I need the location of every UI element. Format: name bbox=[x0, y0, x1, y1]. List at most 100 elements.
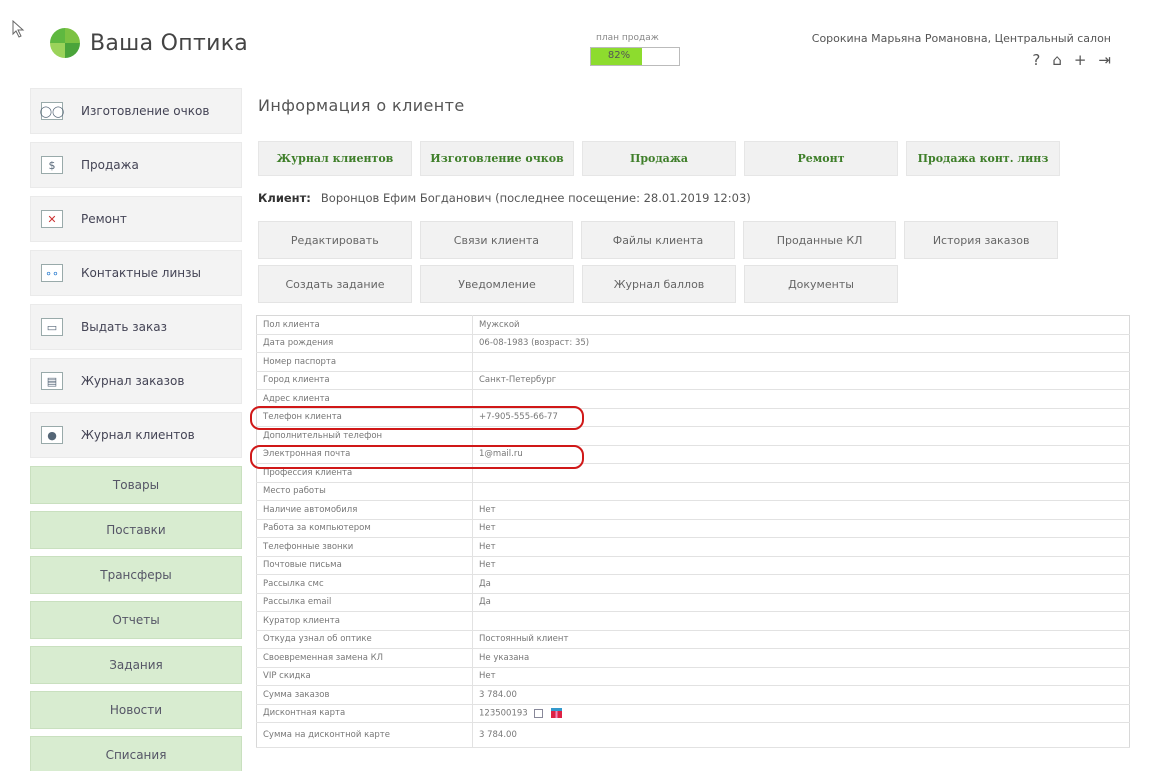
field-value-text: Мужской bbox=[479, 319, 520, 330]
client-links-button[interactable]: Связи клиента bbox=[419, 221, 574, 259]
sidebar-item-sale[interactable]: $ Продажа bbox=[30, 142, 242, 188]
table-row: Телефонные звонки Нет bbox=[256, 537, 1130, 557]
sidebar-item-tasks[interactable]: Задания bbox=[30, 646, 242, 684]
mouse-cursor-icon bbox=[12, 20, 25, 38]
card-icon[interactable] bbox=[533, 708, 543, 718]
lens-icon: ∘∘ bbox=[41, 264, 63, 282]
table-row: Почтовые письма Нет bbox=[256, 556, 1130, 575]
field-value: Да bbox=[472, 574, 1130, 594]
sidebar-item-reports[interactable]: Отчеты bbox=[30, 601, 242, 639]
field-value-text: Нет bbox=[479, 504, 496, 515]
sidebar-item-clients-log[interactable]: ● Журнал клиентов bbox=[30, 412, 242, 458]
field-value bbox=[472, 482, 1130, 501]
highlight-phone bbox=[250, 406, 584, 430]
order-history-button[interactable]: История заказов bbox=[904, 221, 1058, 259]
sidebar-item-label: Журнал заказов bbox=[81, 374, 185, 388]
field-value-text: 06-08-1983 (возраст: 35) bbox=[479, 338, 590, 349]
field-name: Сумма заказов bbox=[256, 685, 473, 705]
field-value: 123500193 bbox=[472, 704, 1130, 723]
sidebar-item-write-offs[interactable]: Списания bbox=[30, 736, 242, 771]
field-value-text: Нет bbox=[479, 523, 496, 534]
sales-plan-percent: 82% bbox=[607, 50, 631, 61]
field-value bbox=[472, 352, 1130, 372]
client-line: Клиент: Воронцов Ефим Богданович (последн… bbox=[258, 191, 751, 205]
field-value: Нет bbox=[472, 537, 1130, 557]
sidebar-item-glasses[interactable]: ◯◯ Изготовление очков bbox=[30, 88, 242, 134]
field-value: Постоянный клиент bbox=[472, 630, 1130, 649]
field-name: Номер паспорта bbox=[256, 352, 473, 372]
repair-icon: ✕ bbox=[41, 210, 63, 228]
logo-icon bbox=[50, 28, 80, 58]
field-value: Не указана bbox=[472, 648, 1130, 668]
create-task-button[interactable]: Создать задание bbox=[258, 265, 412, 303]
field-name: Телефонные звонки bbox=[256, 537, 473, 557]
sidebar-item-news[interactable]: Новости bbox=[30, 691, 242, 729]
logout-icon[interactable]: ⇥ bbox=[1098, 51, 1111, 69]
sidebar-item-transfers[interactable]: Трансферы bbox=[30, 556, 242, 594]
tab-glasses[interactable]: Изготовление очков bbox=[420, 141, 574, 176]
table-row: Рассылка смс Да bbox=[256, 574, 1130, 594]
order-out-icon: ▭ bbox=[41, 318, 63, 336]
sidebar-item-contact-lenses[interactable]: ∘∘ Контактные линзы bbox=[30, 250, 242, 296]
home-icon[interactable]: ⌂ bbox=[1052, 51, 1062, 69]
user-panel: Сорокина Марьяна Романовна, Центральный … bbox=[812, 32, 1111, 69]
tab-sale[interactable]: Продажа bbox=[582, 141, 736, 176]
sidebar-item-repair[interactable]: ✕ Ремонт bbox=[30, 196, 242, 242]
table-row: Дисконтная карта 123500193 bbox=[256, 704, 1130, 723]
table-row: VIP скидка Нет bbox=[256, 667, 1130, 686]
documents-button[interactable]: Документы bbox=[744, 265, 898, 303]
sidebar-item-goods[interactable]: Товары bbox=[30, 466, 242, 504]
app-logo[interactable]: Ваша Оптика bbox=[50, 28, 248, 58]
field-name: Работа за компьютером bbox=[256, 519, 473, 538]
table-row: Номер паспорта bbox=[256, 352, 1130, 372]
field-name: Рассылка email bbox=[256, 593, 473, 612]
client-label: Клиент: bbox=[258, 191, 311, 205]
orders-log-icon: ▤ bbox=[41, 372, 63, 390]
tab-contact-lens-sale[interactable]: Продажа конт. линз bbox=[906, 141, 1060, 176]
client-info-table: Пол клиента Мужской Дата рождения 06-08-198… bbox=[256, 315, 1130, 748]
sales-plan: план продаж 82% bbox=[590, 33, 680, 66]
sidebar-item-label: Контактные линзы bbox=[81, 266, 201, 280]
sales-plan-bar: 82% bbox=[590, 47, 680, 66]
tab-repair[interactable]: Ремонт bbox=[744, 141, 898, 176]
field-name: VIP скидка bbox=[256, 667, 473, 686]
field-value-text: Нет bbox=[479, 560, 496, 571]
table-row: Сумма заказов 3 784.00 bbox=[256, 685, 1130, 705]
field-value bbox=[472, 611, 1130, 631]
tab-clients-log[interactable]: Журнал клиентов bbox=[258, 141, 412, 176]
help-icon[interactable]: ? bbox=[1032, 51, 1040, 69]
sidebar-item-label: Продажа bbox=[81, 158, 139, 172]
field-value: Нет bbox=[472, 519, 1130, 538]
edit-button[interactable]: Редактировать bbox=[258, 221, 412, 259]
sidebar-item-label: Изготовление очков bbox=[81, 104, 210, 118]
field-value-text: Постоянный клиент bbox=[479, 634, 569, 645]
sale-icon: $ bbox=[41, 156, 63, 174]
field-name: Откуда узнал об оптике bbox=[256, 630, 473, 649]
gift-icon[interactable] bbox=[550, 708, 562, 718]
table-row: Наличие автомобиля Нет bbox=[256, 500, 1130, 520]
table-row: Рассылка email Да bbox=[256, 593, 1130, 612]
field-value-text: Не указана bbox=[479, 652, 530, 663]
sold-lenses-button[interactable]: Проданные КЛ bbox=[742, 221, 897, 259]
sidebar-item-label: Журнал клиентов bbox=[81, 428, 195, 442]
table-row: Пол клиента Мужской bbox=[256, 315, 1130, 335]
field-name: Пол клиента bbox=[256, 315, 473, 335]
table-row: Своевременная замена КЛ Не указана bbox=[256, 648, 1130, 668]
sidebar-item-orders-log[interactable]: ▤ Журнал заказов bbox=[30, 358, 242, 404]
client-name: Воронцов Ефим Богданович (последнее посе… bbox=[320, 191, 751, 205]
sidebar-item-issue-order[interactable]: ▭ Выдать заказ bbox=[30, 304, 242, 350]
app-title: Ваша Оптика bbox=[90, 30, 249, 56]
field-name: Место работы bbox=[256, 482, 473, 501]
field-name: Наличие автомобиля bbox=[256, 500, 473, 520]
sidebar-item-label: Выдать заказ bbox=[81, 320, 167, 334]
plus-icon[interactable]: + bbox=[1074, 51, 1087, 69]
sidebar-item-supplies[interactable]: Поставки bbox=[30, 511, 242, 549]
field-value-text: 123500193 bbox=[479, 708, 528, 719]
field-value: Нет bbox=[472, 556, 1130, 575]
field-name: Дисконтная карта bbox=[256, 704, 473, 723]
points-log-button[interactable]: Журнал баллов bbox=[582, 265, 736, 303]
field-value-text: Да bbox=[479, 578, 491, 589]
table-row: Откуда узнал об оптике Постоянный клиент bbox=[256, 630, 1130, 649]
client-files-button[interactable]: Файлы клиента bbox=[581, 221, 735, 259]
notification-button[interactable]: Уведомление bbox=[420, 265, 574, 303]
